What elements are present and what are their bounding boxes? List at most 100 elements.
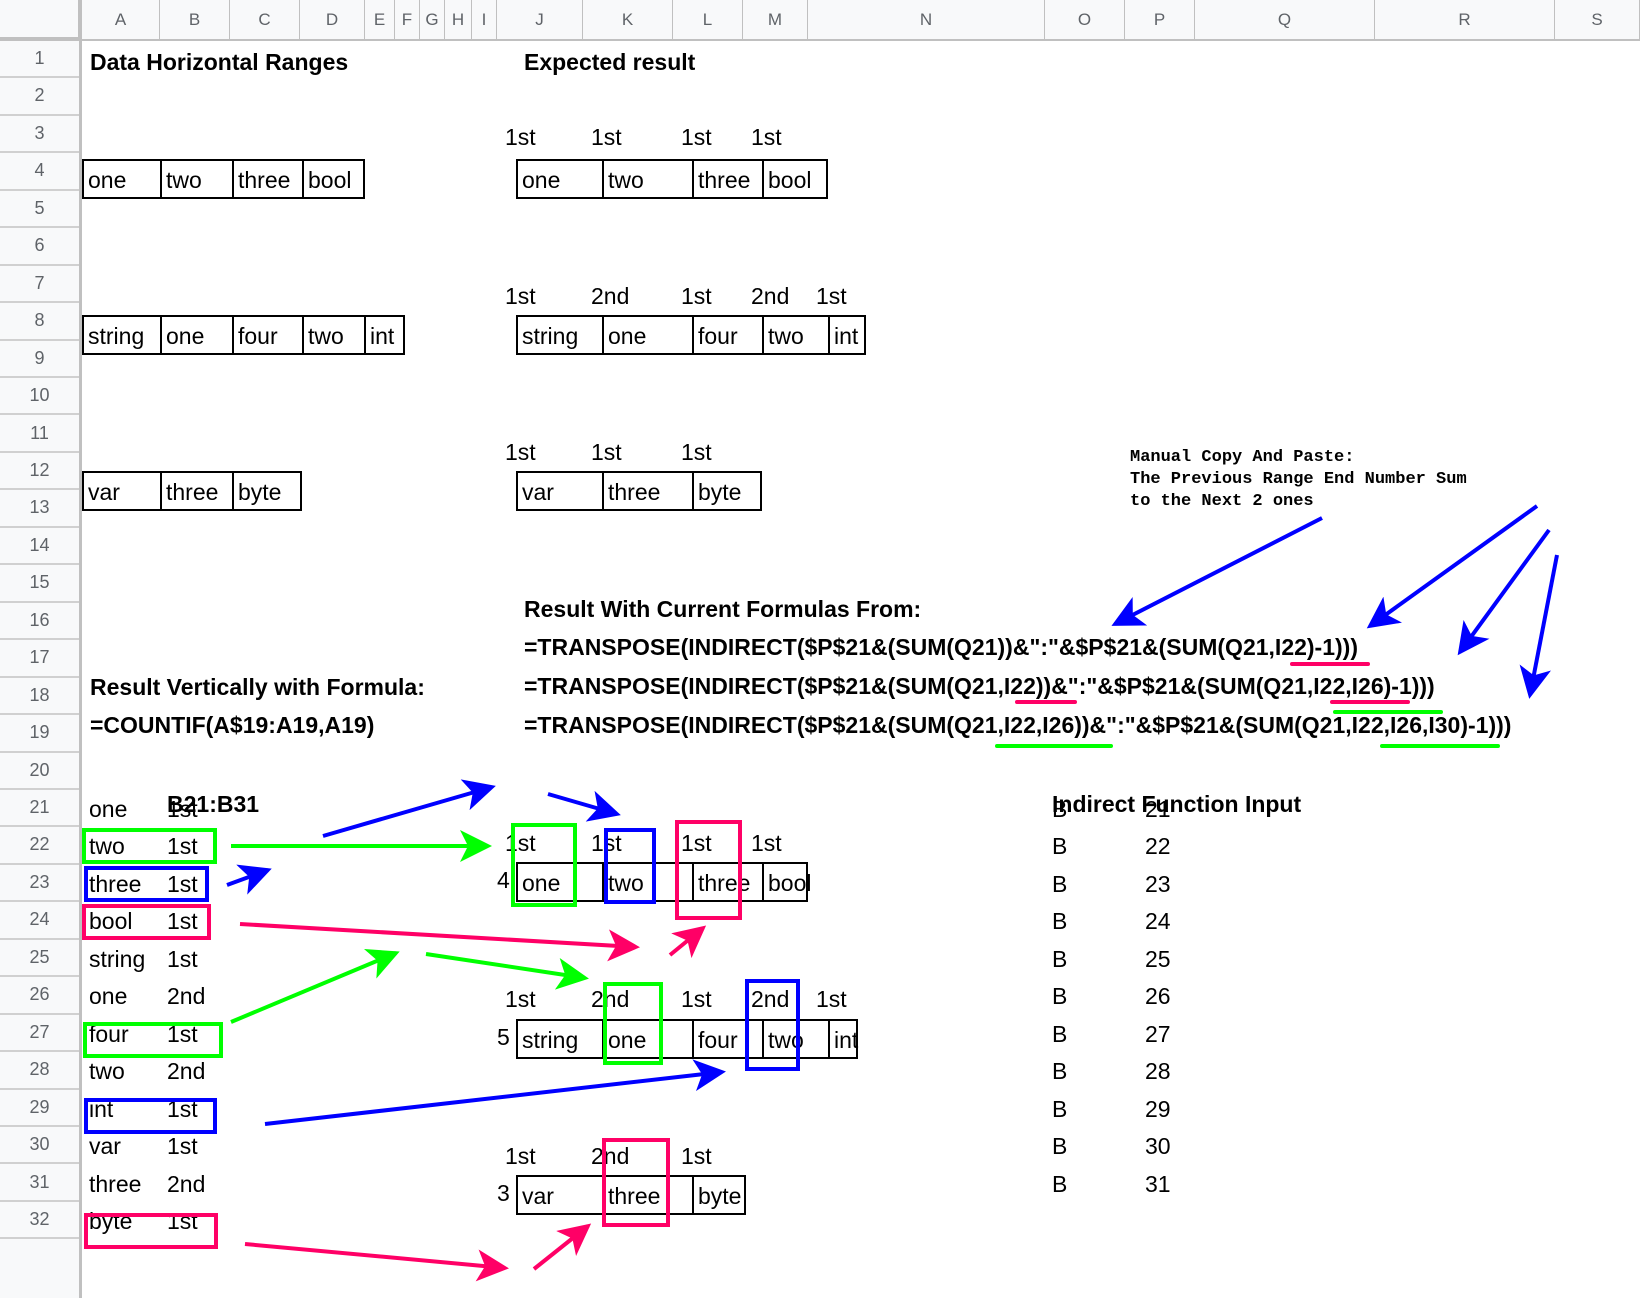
- row-header[interactable]: 21: [0, 790, 79, 828]
- row-header[interactable]: 26: [0, 977, 79, 1015]
- cell[interactable]: bool: [764, 864, 811, 900]
- cell[interactable]: four: [694, 317, 764, 353]
- indirect-col[interactable]: B: [1052, 869, 1067, 899]
- cell[interactable]: bool: [764, 161, 826, 197]
- cell[interactable]: four: [234, 317, 304, 353]
- cell[interactable]: one: [84, 161, 162, 197]
- list-item-rank[interactable]: 2nd: [167, 1169, 205, 1199]
- indirect-row[interactable]: 31: [1145, 1169, 1171, 1199]
- indirect-col[interactable]: B: [1052, 1131, 1067, 1161]
- row-header[interactable]: 19: [0, 715, 79, 753]
- row-header[interactable]: 15: [0, 565, 79, 603]
- row-header[interactable]: 17: [0, 640, 79, 678]
- select-all-corner[interactable]: [0, 0, 82, 41]
- column-header[interactable]: B: [160, 0, 230, 39]
- row-header[interactable]: 8: [0, 303, 79, 341]
- cell[interactable]: two: [162, 161, 234, 197]
- cell[interactable]: two: [604, 161, 694, 197]
- indirect-col[interactable]: B: [1052, 944, 1067, 974]
- column-header[interactable]: R: [1375, 0, 1555, 39]
- indirect-row[interactable]: 28: [1145, 1056, 1171, 1086]
- indirect-row[interactable]: 21: [1145, 794, 1171, 824]
- column-header[interactable]: D: [300, 0, 365, 39]
- cell[interactable]: int: [830, 317, 864, 353]
- cell[interactable]: three: [604, 473, 694, 509]
- row-header[interactable]: 10: [0, 378, 79, 416]
- indirect-col[interactable]: B: [1052, 831, 1067, 861]
- column-header[interactable]: P: [1125, 0, 1195, 39]
- cell[interactable]: three: [234, 161, 304, 197]
- list-item-value[interactable]: three: [89, 1169, 141, 1199]
- row-header[interactable]: 1: [0, 41, 79, 79]
- indirect-col[interactable]: B: [1052, 906, 1067, 936]
- column-header[interactable]: C: [230, 0, 300, 39]
- list-item-rank[interactable]: 2nd: [167, 1056, 205, 1086]
- cell[interactable]: one: [604, 317, 694, 353]
- indirect-row[interactable]: 22: [1145, 831, 1171, 861]
- row-header[interactable]: 18: [0, 678, 79, 716]
- indirect-col[interactable]: B: [1052, 1169, 1067, 1199]
- cell[interactable]: two: [764, 317, 830, 353]
- indirect-row[interactable]: 25: [1145, 944, 1171, 974]
- list-item-rank[interactable]: 2nd: [167, 981, 205, 1011]
- row-header[interactable]: 30: [0, 1127, 79, 1165]
- row-header[interactable]: 24: [0, 902, 79, 940]
- indirect-row[interactable]: 26: [1145, 981, 1171, 1011]
- column-header[interactable]: O: [1045, 0, 1125, 39]
- row-header[interactable]: 13: [0, 490, 79, 528]
- cell[interactable]: two: [304, 317, 366, 353]
- row-header[interactable]: 32: [0, 1202, 79, 1240]
- indirect-row[interactable]: 24: [1145, 906, 1171, 936]
- indirect-row[interactable]: 29: [1145, 1094, 1171, 1124]
- indirect-col[interactable]: B: [1052, 1019, 1067, 1049]
- column-header[interactable]: A: [82, 0, 160, 39]
- cell[interactable]: int: [366, 317, 405, 353]
- row-header[interactable]: 20: [0, 753, 79, 790]
- row-header[interactable]: 5: [0, 191, 79, 229]
- column-header[interactable]: F: [395, 0, 420, 39]
- column-header[interactable]: H: [445, 0, 472, 39]
- cell[interactable]: three: [162, 473, 234, 509]
- row-header[interactable]: 16: [0, 603, 79, 641]
- cell[interactable]: string: [518, 317, 604, 353]
- indirect-col[interactable]: B: [1052, 1094, 1067, 1124]
- column-header[interactable]: Q: [1195, 0, 1375, 39]
- cell[interactable]: var: [84, 473, 162, 509]
- cell[interactable]: int: [830, 1021, 858, 1057]
- row-header[interactable]: 9: [0, 341, 79, 379]
- row-header[interactable]: 3: [0, 116, 79, 154]
- cell[interactable]: one: [518, 161, 604, 197]
- column-header[interactable]: E: [365, 0, 395, 39]
- row-header[interactable]: 14: [0, 528, 79, 566]
- row-header[interactable]: 12: [0, 453, 79, 491]
- cell[interactable]: byte: [694, 1177, 744, 1213]
- column-header[interactable]: J: [497, 0, 583, 39]
- list-item-rank[interactable]: 1st: [167, 944, 198, 974]
- row-header[interactable]: 22: [0, 827, 79, 865]
- cell[interactable]: string: [518, 1021, 604, 1057]
- row-header[interactable]: 23: [0, 865, 79, 903]
- indirect-col[interactable]: B: [1052, 1056, 1067, 1086]
- list-item-rank[interactable]: 1st: [167, 1131, 198, 1161]
- row-header[interactable]: 6: [0, 228, 79, 266]
- column-header[interactable]: S: [1555, 0, 1640, 39]
- column-header[interactable]: G: [420, 0, 445, 39]
- column-header[interactable]: N: [808, 0, 1045, 39]
- cell[interactable]: byte: [694, 473, 760, 509]
- row-header[interactable]: 11: [0, 416, 79, 453]
- cell[interactable]: string: [84, 317, 162, 353]
- list-item-value[interactable]: two: [89, 1056, 125, 1086]
- list-item-value[interactable]: var: [89, 1131, 121, 1161]
- row-header[interactable]: 2: [0, 78, 79, 116]
- indirect-row[interactable]: 30: [1145, 1131, 1171, 1161]
- cell[interactable]: byte: [234, 473, 302, 509]
- list-item-rank[interactable]: 1st: [167, 794, 198, 824]
- row-header[interactable]: 31: [0, 1165, 79, 1202]
- list-item-value[interactable]: one: [89, 794, 127, 824]
- cell[interactable]: three: [694, 161, 764, 197]
- row-header[interactable]: 28: [0, 1052, 79, 1090]
- indirect-col[interactable]: B: [1052, 794, 1067, 824]
- row-header[interactable]: 7: [0, 266, 79, 304]
- column-header[interactable]: L: [673, 0, 743, 39]
- row-header[interactable]: 4: [0, 153, 79, 191]
